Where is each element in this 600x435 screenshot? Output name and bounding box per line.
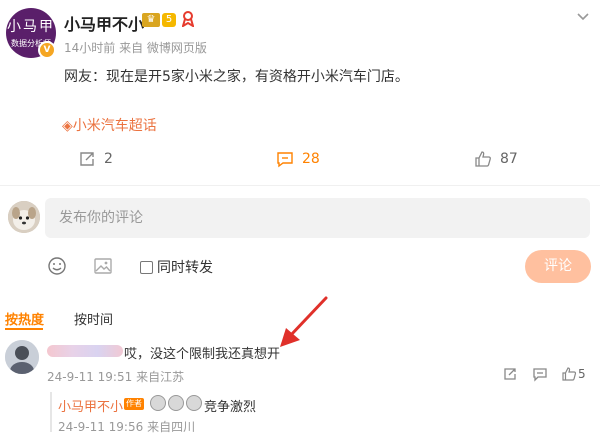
repost-label: 同时转发 [157, 260, 213, 276]
commenter-name-blurred[interactable] [47, 345, 123, 357]
share-icon [80, 152, 94, 166]
reply-location: 来自四川 [147, 420, 196, 434]
comment-time: 24-9-11 19:51 [47, 370, 133, 384]
emoji-icon[interactable] [47, 256, 67, 276]
tab-sort-hot[interactable]: 按热度 [5, 309, 44, 328]
verified-badge-icon: V [38, 41, 56, 59]
active-tab-indicator [5, 328, 43, 330]
emoji-sticker-icon [168, 395, 184, 411]
ribbon-icon[interactable] [181, 11, 195, 31]
author-tag-badge: 作者 [124, 398, 144, 410]
reply-text: 竞争激烈 [204, 400, 257, 415]
reply-meta: 24-9-11 19:56 来自四川 [58, 418, 195, 435]
image-icon[interactable] [93, 256, 113, 276]
topic-link[interactable]: ◈小米汽车超话 [62, 115, 157, 135]
level-badge[interactable]: 5 [162, 13, 176, 27]
topic-icon: ◈ [62, 118, 73, 134]
submit-comment-button[interactable]: 评论 [525, 250, 591, 283]
avatar-text-main: 小马甲 [7, 19, 55, 35]
thumbs-up-icon [475, 151, 491, 167]
like-count: 87 [500, 151, 518, 167]
share-count: 2 [104, 151, 113, 167]
tab-sort-time[interactable]: 按时间 [74, 309, 113, 328]
comment-count: 28 [302, 151, 320, 167]
repost-checkbox[interactable]: 同时转发 [140, 257, 213, 277]
emoji-sticker-icon [186, 395, 202, 411]
comment-like-count: 5 [578, 367, 586, 381]
comment-meta: 24-9-11 19:51 来自江苏 [47, 368, 184, 385]
post-meta: 14小时前 来自 微博网页版 [64, 41, 207, 55]
emoji-sticker-icon [150, 395, 166, 411]
topic-label: 小米汽车超话 [72, 118, 157, 134]
reply-thread-line [50, 392, 52, 432]
share-icon[interactable] [502, 366, 518, 382]
divider [0, 185, 600, 186]
commenter-avatar[interactable] [5, 340, 39, 374]
annotation-arrow-icon [280, 296, 328, 347]
reply-author-name[interactable]: 小马甲不小 [58, 396, 123, 415]
share-button[interactable]: 2 [78, 150, 113, 168]
chevron-down-icon[interactable] [573, 6, 593, 26]
comment-location: 来自江苏 [136, 370, 185, 384]
comment-text: 哎，没这个限制我还真想开 [124, 347, 281, 362]
post-content: 网友：现在是开5家小米之家，有资格开小米汽车门店。 [64, 69, 409, 85]
crown-icon[interactable]: ♛ [142, 13, 160, 27]
comment-input[interactable] [45, 198, 590, 238]
comment-icon[interactable] [532, 366, 548, 382]
comment-icon [277, 152, 293, 168]
comment-button[interactable]: 28 [276, 150, 320, 168]
author-name[interactable]: 小马甲不小 [64, 11, 144, 35]
current-user-avatar [8, 201, 40, 233]
checkbox-box[interactable] [140, 260, 153, 274]
thumbs-up-icon[interactable] [561, 366, 577, 382]
reply-time: 24-9-11 19:56 [58, 420, 144, 434]
like-button[interactable]: 87 [474, 150, 518, 168]
